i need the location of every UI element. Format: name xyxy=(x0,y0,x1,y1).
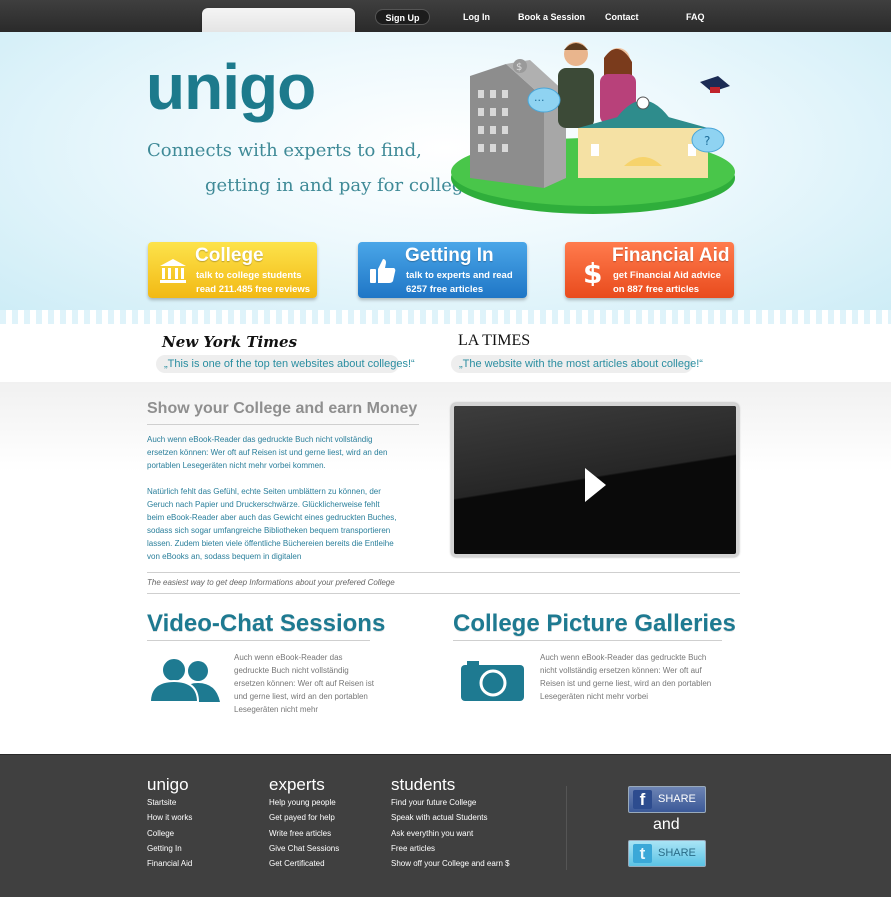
footer-link[interactable]: Show off your College and earn $ xyxy=(391,859,510,868)
caption-divider-top xyxy=(147,572,740,573)
gallery-divider xyxy=(453,640,722,641)
intro-paragraph-1: Auch wenn eBook-Reader das gedruckte Buc… xyxy=(147,435,388,470)
bank-icon xyxy=(160,259,186,283)
footer-link[interactable]: Ask everythin you want xyxy=(391,829,473,838)
footer-link[interactable]: Get Certificated xyxy=(269,859,325,868)
financial-aid-cta-button[interactable]: $ Financial Aid get Financial Aid advice… xyxy=(565,242,734,298)
footer-link[interactable]: Write free articles xyxy=(269,829,331,838)
chat-bubble-icon: ··· xyxy=(527,87,561,113)
hero-zigzag-edge xyxy=(0,310,891,324)
footer-link[interactable]: Find your future College xyxy=(391,798,476,807)
caption-divider-bottom xyxy=(147,593,740,594)
hero-tagline-line2: getting in and pay for college xyxy=(205,175,475,196)
video-chat-title[interactable]: Video-Chat Sessions xyxy=(147,610,385,638)
college-cta-button[interactable]: College talk to college students read 21… xyxy=(148,242,317,298)
share-label: SHARE xyxy=(658,793,696,805)
section-divider xyxy=(147,424,419,425)
thumbs-up-icon xyxy=(370,259,396,283)
cta-title: Getting In xyxy=(405,245,494,266)
dollar-icon: $ xyxy=(583,257,602,286)
nyt-quote: „This is one of the top ten websites abo… xyxy=(156,355,415,373)
play-icon[interactable] xyxy=(585,468,606,502)
cta-line2: 6257 free articles xyxy=(406,284,484,295)
footer-link[interactable]: Speak with actual Students xyxy=(391,813,488,822)
la-times-quote: „The website with the most articles abou… xyxy=(451,355,703,373)
hero-tagline-line1: Connects with experts to find, xyxy=(147,140,422,161)
footer-divider xyxy=(566,786,567,870)
twitter-share-button[interactable]: t SHARE xyxy=(628,840,706,867)
gallery-title[interactable]: College Picture Galleries xyxy=(453,610,736,638)
nav-book-session-link[interactable]: Book a Session xyxy=(518,9,585,25)
facebook-icon: f xyxy=(633,790,652,809)
footer-link[interactable]: Free articles xyxy=(391,844,435,853)
nav-signup-button[interactable]: Sign Up xyxy=(375,9,430,25)
footer-link[interactable]: College xyxy=(147,829,174,838)
main-content xyxy=(0,382,891,754)
footer-link[interactable]: Help young people xyxy=(269,798,336,807)
cta-line2: on 887 free articles xyxy=(613,284,700,295)
footer-col-experts-title: experts xyxy=(269,775,325,794)
section-title: Show your College and earn Money xyxy=(147,400,418,417)
cta-line2: read 211.485 free reviews xyxy=(196,284,311,295)
svg-text:$: $ xyxy=(516,62,522,73)
cta-subtitle: talk to college students read 211.485 fr… xyxy=(196,269,310,297)
footer-link[interactable]: Get payed for help xyxy=(269,813,335,822)
camera-icon xyxy=(461,661,524,701)
la-times-logo: LA TIMES xyxy=(458,332,531,349)
nav-login-link[interactable]: Log In xyxy=(463,9,490,25)
nav-contact-link[interactable]: Contact xyxy=(605,9,639,25)
question-bubble-icon: ? xyxy=(691,127,725,153)
video-chat-text: Auch wenn eBook-Reader das gedruckte Buc… xyxy=(234,653,374,714)
footer-col-unigo-title: unigo xyxy=(147,775,189,794)
gallery-text: Auch wenn eBook-Reader das gedruckte Buc… xyxy=(540,653,712,701)
video-player[interactable] xyxy=(451,403,739,557)
facebook-share-button[interactable]: f SHARE xyxy=(628,786,706,813)
campus-illustration: $ ··· ? xyxy=(451,42,735,214)
share-and-text: and xyxy=(653,816,680,833)
users-icon xyxy=(150,657,220,702)
svg-text:···: ··· xyxy=(534,94,545,107)
footer-col-students-title: students xyxy=(391,775,456,794)
cta-line1: talk to experts and read xyxy=(406,270,513,281)
graduation-cap-icon xyxy=(700,76,730,93)
cta-title: College xyxy=(195,245,264,266)
cta-line1: get Financial Aid advice xyxy=(613,270,721,281)
top-nav-bar xyxy=(0,0,891,32)
twitter-icon: t xyxy=(633,844,652,863)
footer-link[interactable]: Financial Aid xyxy=(147,859,192,868)
video-chat-divider xyxy=(147,640,370,641)
nyt-logo: New York Times xyxy=(162,333,298,351)
svg-text:$: $ xyxy=(583,257,602,286)
press-band xyxy=(0,324,891,382)
getting-in-cta-button[interactable]: Getting In talk to experts and read 6257… xyxy=(358,242,527,298)
video-caption: The easiest way to get deep Informations… xyxy=(147,578,395,587)
footer-link[interactable]: How it works xyxy=(147,813,192,822)
svg-text:?: ? xyxy=(704,134,710,148)
cta-subtitle: get Financial Aid advice on 887 free art… xyxy=(613,269,721,297)
nav-faq-link[interactable]: FAQ xyxy=(686,9,705,25)
office-building: $ xyxy=(470,59,566,188)
share-label: SHARE xyxy=(658,847,696,859)
footer-link[interactable]: Startsite xyxy=(147,798,176,807)
site-logo[interactable]: unigo xyxy=(146,50,316,124)
cta-line1: talk to college students xyxy=(196,270,302,281)
footer-link[interactable]: Give Chat Sessions xyxy=(269,844,339,853)
intro-paragraph-2: Natürlich fehlt das Gefühl, echte Seiten… xyxy=(147,487,397,561)
cta-subtitle: talk to experts and read 6257 free artic… xyxy=(406,269,513,297)
footer-link[interactable]: Getting In xyxy=(147,844,182,853)
cta-title: Financial Aid xyxy=(612,245,730,266)
college-building xyxy=(578,96,708,178)
